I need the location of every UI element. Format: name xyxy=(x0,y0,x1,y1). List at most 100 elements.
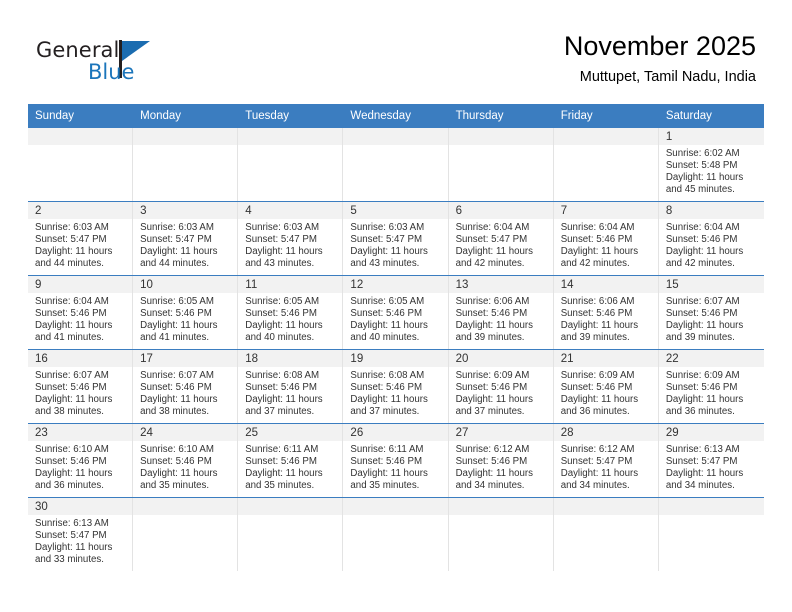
day-number: 27 xyxy=(448,424,554,441)
calendar-cell-empty xyxy=(342,497,449,571)
daylight-text-line2: and 42 minutes. xyxy=(665,258,735,270)
sunset-text: Sunset: 5:46 PM xyxy=(560,234,633,246)
day-details: Sunrise: 6:13 AM Sunset: 5:47 PM Daylight:… xyxy=(28,515,133,566)
day-cell-inner: 10 Sunrise: 6:05 AM Sunset: 5:46 PM Dayligh… xyxy=(132,276,239,349)
day-cell-inner: 26 Sunrise: 6:11 AM Sunset: 5:46 PM Dayligh… xyxy=(342,424,449,497)
day-number xyxy=(133,498,239,515)
sunset-text: Sunset: 5:46 PM xyxy=(140,382,212,394)
calendar-day-cell[interactable]: 17 Sunrise: 6:07 AM Sunset: 5:46 PM Dayligh… xyxy=(132,349,239,424)
day-number: 16 xyxy=(28,350,134,367)
calendar-day-cell[interactable]: 27 Sunrise: 6:12 AM Sunset: 5:46 PM Dayligh… xyxy=(447,423,554,498)
calendar-day-cell[interactable]: 23 Sunrise: 6:10 AM Sunset: 5:46 PM Dayligh… xyxy=(28,423,134,498)
calendar-day-cell[interactable]: 18 Sunrise: 6:08 AM Sunset: 5:46 PM Dayligh… xyxy=(237,349,344,424)
day-details: Sunrise: 6:12 AM Sunset: 5:46 PM Daylight:… xyxy=(449,441,554,492)
sunrise-text: Sunrise: 6:04 AM xyxy=(560,222,635,233)
day-cell-inner xyxy=(342,498,449,571)
calendar-day-cell[interactable]: 26 Sunrise: 6:11 AM Sunset: 5:46 PM Dayligh… xyxy=(342,423,449,498)
calendar-day-cell[interactable]: 21 Sunrise: 6:09 AM Sunset: 5:46 PM Dayligh… xyxy=(552,349,659,424)
daylight-text-line1: Daylight: 11 hours xyxy=(350,394,428,406)
page-subtitle: Muttupet, Tamil Nadu, India xyxy=(579,69,756,85)
sunrise-text: Sunrise: 6:08 AM xyxy=(350,370,425,381)
calendar-day-cell[interactable]: 7 Sunrise: 6:04 AM Sunset: 5:46 PM Daylight… xyxy=(552,201,659,276)
day-details: Sunrise: 6:12 AM Sunset: 5:47 PM Daylight:… xyxy=(554,441,659,492)
sunset-text: Sunset: 5:46 PM xyxy=(665,382,738,394)
daylight-text-line1: Daylight: 11 hours xyxy=(350,246,428,258)
calendar-day-cell[interactable]: 22 Sunrise: 6:09 AM Sunset: 5:46 PM Dayligh… xyxy=(657,349,764,424)
calendar-day-cell[interactable]: 25 Sunrise: 6:11 AM Sunset: 5:46 PM Dayligh… xyxy=(237,423,344,498)
sunset-text: Sunset: 5:46 PM xyxy=(350,308,423,320)
day-cell-inner xyxy=(132,128,239,201)
calendar-day-cell[interactable]: 2 Sunrise: 6:03 AM Sunset: 5:47 PM Daylight… xyxy=(28,201,134,276)
weekday-header-thursday: Thursday xyxy=(448,104,554,128)
calendar-week-row: 16 Sunrise: 6:07 AM Sunset: 5:46 PM Dayligh… xyxy=(28,349,764,424)
day-details: Sunrise: 6:10 AM Sunset: 5:46 PM Daylight:… xyxy=(28,441,133,492)
day-number: 28 xyxy=(553,424,659,441)
day-cell-inner xyxy=(447,498,554,571)
weekday-header-friday: Friday xyxy=(553,104,659,128)
calendar-day-cell[interactable]: 4 Sunrise: 6:03 AM Sunset: 5:47 PM Daylight… xyxy=(237,201,344,276)
day-details: Sunrise: 6:07 AM Sunset: 5:46 PM Daylight:… xyxy=(659,293,764,344)
daylight-text-line2: and 39 minutes. xyxy=(560,332,630,344)
daylight-text-line1: Daylight: 11 hours xyxy=(665,246,744,258)
calendar-day-cell[interactable]: 29 Sunrise: 6:13 AM Sunset: 5:47 PM Dayligh… xyxy=(657,423,764,498)
calendar-day-cell[interactable]: 12 Sunrise: 6:05 AM Sunset: 5:46 PM Dayligh… xyxy=(342,275,449,350)
sunrise-text: Sunrise: 6:12 AM xyxy=(560,444,635,455)
calendar-week-row: 30 Sunrise: 6:13 AM Sunset: 5:47 PM Dayligh… xyxy=(28,497,764,571)
calendar-day-cell[interactable]: 9 Sunrise: 6:04 AM Sunset: 5:46 PM Daylight… xyxy=(28,275,134,350)
day-details: Sunrise: 6:11 AM Sunset: 5:46 PM Daylight:… xyxy=(343,441,448,492)
daylight-text-line2: and 38 minutes. xyxy=(140,406,210,418)
daylight-text-line1: Daylight: 11 hours xyxy=(665,172,744,184)
weekday-header-monday: Monday xyxy=(133,104,239,128)
day-cell-inner: 6 Sunrise: 6:04 AM Sunset: 5:47 PM Daylight… xyxy=(447,202,554,275)
day-details: Sunrise: 6:08 AM Sunset: 5:46 PM Daylight:… xyxy=(343,367,448,418)
sunset-text: Sunset: 5:48 PM xyxy=(665,160,738,172)
calendar-day-cell[interactable]: 1 Sunrise: 6:02 AM Sunset: 5:48 PM Daylight… xyxy=(657,127,764,202)
day-cell-inner: 18 Sunrise: 6:08 AM Sunset: 5:46 PM Dayligh… xyxy=(237,350,344,423)
calendar-header-row: Sunday Monday Tuesday Wednesday Thursday… xyxy=(28,104,764,128)
calendar-day-cell[interactable]: 16 Sunrise: 6:07 AM Sunset: 5:46 PM Dayligh… xyxy=(28,349,134,424)
daylight-text-line2: and 40 minutes. xyxy=(245,332,315,344)
day-number: 30 xyxy=(28,498,134,515)
day-number: 21 xyxy=(553,350,659,367)
sunrise-text: Sunrise: 6:09 AM xyxy=(455,370,530,381)
sunset-text: Sunset: 5:47 PM xyxy=(245,234,317,246)
general-blue-logo[interactable]: General Blue xyxy=(36,38,216,90)
day-cell-inner: 25 Sunrise: 6:11 AM Sunset: 5:46 PM Dayligh… xyxy=(237,424,344,497)
calendar-day-cell[interactable]: 14 Sunrise: 6:06 AM Sunset: 5:46 PM Dayligh… xyxy=(552,275,659,350)
calendar-day-cell[interactable]: 15 Sunrise: 6:07 AM Sunset: 5:46 PM Dayligh… xyxy=(657,275,764,350)
calendar-day-cell[interactable]: 10 Sunrise: 6:05 AM Sunset: 5:46 PM Dayligh… xyxy=(132,275,239,350)
calendar-day-cell[interactable]: 6 Sunrise: 6:04 AM Sunset: 5:47 PM Daylight… xyxy=(447,201,554,276)
daylight-text-line1: Daylight: 11 hours xyxy=(560,246,639,258)
sunset-text: Sunset: 5:46 PM xyxy=(455,456,528,468)
calendar-day-cell[interactable]: 11 Sunrise: 6:05 AM Sunset: 5:46 PM Dayligh… xyxy=(237,275,344,350)
daylight-text-line2: and 33 minutes. xyxy=(35,554,104,566)
day-cell-inner xyxy=(552,498,659,571)
day-number: 8 xyxy=(658,202,764,219)
daylight-text-line2: and 41 minutes. xyxy=(140,332,210,344)
day-details: Sunrise: 6:03 AM Sunset: 5:47 PM Daylight:… xyxy=(28,219,133,270)
daylight-text-line1: Daylight: 11 hours xyxy=(350,320,428,332)
calendar-day-cell[interactable]: 30 Sunrise: 6:13 AM Sunset: 5:47 PM Dayligh… xyxy=(28,497,134,571)
daylight-text-line1: Daylight: 11 hours xyxy=(665,394,744,406)
calendar-grid: Sunday Monday Tuesday Wednesday Thursday… xyxy=(28,104,764,571)
sunrise-text: Sunrise: 6:13 AM xyxy=(665,444,740,455)
day-cell-inner: 24 Sunrise: 6:10 AM Sunset: 5:46 PM Dayligh… xyxy=(132,424,239,497)
day-number: 17 xyxy=(133,350,239,367)
calendar-day-cell[interactable]: 24 Sunrise: 6:10 AM Sunset: 5:46 PM Dayligh… xyxy=(132,423,239,498)
calendar-day-cell[interactable]: 28 Sunrise: 6:12 AM Sunset: 5:47 PM Dayligh… xyxy=(552,423,659,498)
calendar-day-cell[interactable]: 20 Sunrise: 6:09 AM Sunset: 5:46 PM Dayligh… xyxy=(447,349,554,424)
day-number: 14 xyxy=(553,276,659,293)
sunrise-text: Sunrise: 6:08 AM xyxy=(245,370,320,381)
day-details: Sunrise: 6:05 AM Sunset: 5:46 PM Daylight:… xyxy=(238,293,343,344)
daylight-text-line1: Daylight: 11 hours xyxy=(35,394,113,406)
calendar-day-cell[interactable]: 13 Sunrise: 6:06 AM Sunset: 5:46 PM Dayligh… xyxy=(447,275,554,350)
calendar-day-cell[interactable]: 3 Sunrise: 6:03 AM Sunset: 5:47 PM Daylight… xyxy=(132,201,239,276)
day-details: Sunrise: 6:03 AM Sunset: 5:47 PM Daylight:… xyxy=(133,219,238,270)
sunrise-text: Sunrise: 6:03 AM xyxy=(245,222,320,233)
sunrise-text: Sunrise: 6:09 AM xyxy=(665,370,740,381)
sunrise-text: Sunrise: 6:03 AM xyxy=(140,222,214,233)
calendar-day-cell[interactable]: 8 Sunrise: 6:04 AM Sunset: 5:46 PM Daylight… xyxy=(657,201,764,276)
day-number: 26 xyxy=(343,424,449,441)
calendar-day-cell[interactable]: 19 Sunrise: 6:08 AM Sunset: 5:46 PM Dayligh… xyxy=(342,349,449,424)
calendar-day-cell[interactable]: 5 Sunrise: 6:03 AM Sunset: 5:47 PM Daylight… xyxy=(342,201,449,276)
